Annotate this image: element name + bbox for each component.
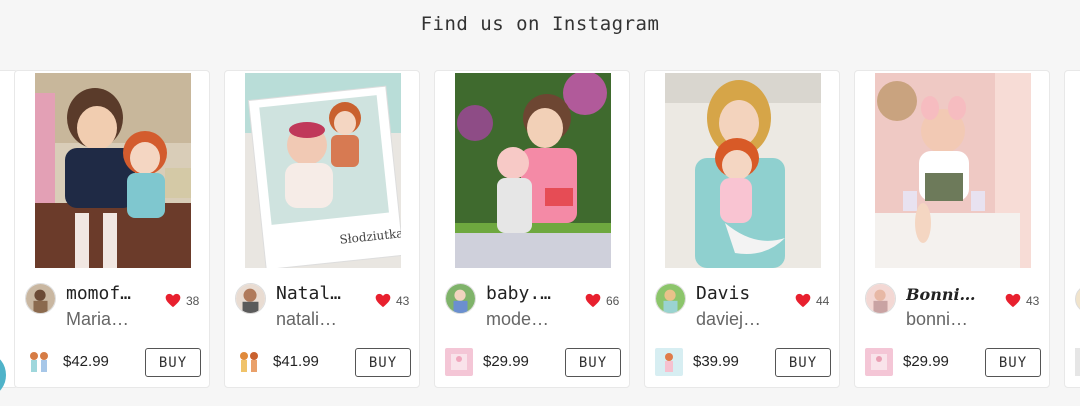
user-avatar[interactable] <box>235 283 266 314</box>
post-username[interactable]: momof… <box>66 283 146 304</box>
buy-button[interactable]: BUY <box>565 348 621 377</box>
user-avatar[interactable] <box>865 283 896 314</box>
section-title: Find us on Instagram <box>420 13 660 35</box>
post-username[interactable]: baby.… <box>486 283 566 304</box>
likes-count: 66 <box>585 293 619 308</box>
likes-value: 66 <box>606 293 620 308</box>
buy-button[interactable]: BUY <box>775 348 831 377</box>
product-price: $29.99 <box>483 353 529 370</box>
likes-value: 44 <box>816 293 830 308</box>
heart-icon[interactable] <box>165 293 181 308</box>
product-thumbnail[interactable] <box>1075 348 1080 376</box>
post-handle: mode… <box>486 309 550 329</box>
post-handle: daviej… <box>696 309 762 329</box>
product-thumbnail[interactable] <box>655 348 683 376</box>
post-photo[interactable] <box>875 73 1031 268</box>
heart-icon[interactable] <box>375 293 391 308</box>
instagram-post-card[interactable]: 𝑩𝒐𝒏𝒏𝒊… bonni… 43 $29.99 BUY <box>854 70 1050 388</box>
instagram-post-card[interactable]: baby.… mode… 66 $29.99 BUY <box>434 70 630 388</box>
instagram-post-card[interactable]: Słodziutka Natal… natali… 43 $41.99 BUY <box>224 70 420 388</box>
post-handle: bonni… <box>906 309 969 329</box>
post-photo[interactable] <box>35 73 191 268</box>
user-avatar[interactable] <box>1075 285 1080 313</box>
post-username[interactable]: 𝑩𝒐𝒏𝒏𝒊… <box>906 285 986 304</box>
product-thumbnail[interactable] <box>235 348 263 376</box>
post-handle: Maria… <box>66 309 130 329</box>
buy-button[interactable]: BUY <box>355 348 411 377</box>
product-price: $42.99 <box>63 353 109 370</box>
likes-count: 43 <box>375 293 409 308</box>
likes-value: 43 <box>396 293 410 308</box>
post-handle: natali… <box>276 309 338 329</box>
product-price: $39.99 <box>693 353 739 370</box>
product-thumbnail[interactable] <box>445 348 473 376</box>
likes-count: 44 <box>795 293 829 308</box>
buy-button[interactable]: BUY <box>145 348 201 377</box>
instagram-post-card[interactable]: momof… Maria… 38 $42.99 BUY <box>14 70 210 388</box>
post-photo[interactable] <box>665 73 821 268</box>
likes-value: 43 <box>1026 293 1040 308</box>
likes-value: 38 <box>186 293 200 308</box>
likes-count: 43 <box>1005 293 1039 308</box>
heart-icon[interactable] <box>1005 293 1021 308</box>
product-thumbnail[interactable] <box>865 348 893 376</box>
buy-button[interactable]: BUY <box>985 348 1041 377</box>
product-price: $29.99 <box>903 353 949 370</box>
instagram-post-card[interactable]: Davis daviej… 44 $39.99 BUY <box>644 70 840 388</box>
post-username[interactable]: Davis <box>696 283 776 304</box>
post-photo[interactable] <box>455 73 611 268</box>
user-avatar[interactable] <box>445 283 476 314</box>
user-avatar[interactable] <box>655 283 686 314</box>
product-price: $41.99 <box>273 353 319 370</box>
heart-icon[interactable] <box>585 293 601 308</box>
instagram-carousel[interactable]: momof… Maria… 38 $42.99 BUY Słodziutka N… <box>0 70 1080 390</box>
post-photo[interactable]: Słodziutka <box>245 73 401 268</box>
product-thumbnail[interactable] <box>25 348 53 376</box>
carousel-card-partial-right[interactable] <box>1064 70 1080 388</box>
likes-count: 38 <box>165 293 199 308</box>
post-username[interactable]: Natal… <box>276 283 356 304</box>
heart-icon[interactable] <box>795 293 811 308</box>
user-avatar[interactable] <box>25 283 56 314</box>
